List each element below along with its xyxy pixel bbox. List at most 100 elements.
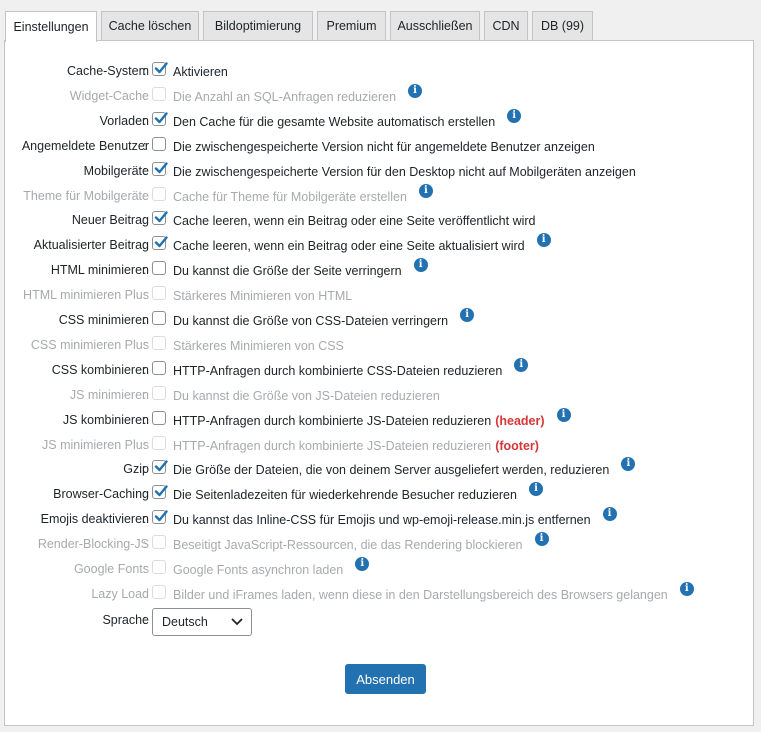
setting-description-text: Cache leeren, wenn ein Beitrag oder eine… [173,239,525,254]
setting-row: CSS kombinieren: HTTP-Anfragen durch komb… [5,357,755,380]
setting-description: Die Größe der Dateien, die von deinem Se… [173,457,636,477]
setting-row: Vorladen: Den Cache für die gesamte Websi… [5,108,755,131]
info-icon[interactable]: i [602,507,617,522]
setting-checkbox [152,86,166,101]
tab-db-99[interactable]: DB (99) [532,11,593,40]
setting-label: CSS kombinieren [51,362,149,377]
setting-row: CSS minimieren: Du kannst die Größe von C… [5,308,755,330]
setting-label: JS kombinieren [62,412,149,427]
setting-row: Render-Blocking-JS: Beseitigt JavaScript-… [5,532,755,554]
setting-label: Cache-System [67,64,149,78]
setting-description: Die zwischengespeicherte Version nicht f… [173,140,595,154]
setting-checkbox [152,435,166,450]
info-icon[interactable]: i [460,308,475,322]
setting-label: Neuer Beitrag [71,213,149,228]
info-icon[interactable]: i [621,457,636,472]
tab-premium[interactable]: Premium [317,11,386,40]
setting-checkbox[interactable] [152,360,166,375]
setting-description-text: HTTP-Anfragen durch kombinierte JS-Datei… [173,438,492,453]
setting-description-text: Google Fonts asynchron laden [173,563,344,577]
setting-label: JS minimieren [69,387,149,402]
setting-checkbox[interactable] [152,261,166,276]
label-colon: : [143,113,147,128]
setting-description-text: Du kannst die Größe von CSS-Dateien verr… [173,314,449,328]
label-colon: : [143,462,147,477]
setting-description-text: Bilder und iFrames laden, wenn diese in … [173,587,668,602]
label-colon: : [143,263,147,278]
setting-label: Widget-Cache [69,88,149,103]
setting-description: Aktivieren [173,65,228,79]
setting-description: Cache leeren, wenn ein Beitrag oder eine… [173,233,551,254]
setting-row: JS kombinieren: HTTP-Anfragen durch kombi… [5,407,755,430]
language-select[interactable]: Deutsch [152,608,252,636]
info-icon[interactable]: i [507,108,522,123]
setting-checkbox[interactable] [152,211,168,226]
setting-description-text: Stärkeres Minimieren von HTML [173,289,353,304]
info-icon[interactable]: i [408,83,423,98]
setting-checkbox[interactable] [152,111,168,126]
label-colon: : [143,64,147,78]
setting-description-text: HTTP-Anfragen durch kombinierte JS-Datei… [173,413,492,428]
setting-checkbox[interactable] [152,410,166,425]
setting-description-text: Die Seitenladezeiten für wiederkehrende … [173,488,517,503]
label-colon: : [143,613,147,627]
setting-checkbox [152,535,166,550]
info-icon[interactable]: i [679,581,694,596]
setting-description-text: Du kannst die Größe von JS-Dateien reduz… [173,388,440,403]
label-colon: : [143,238,147,253]
setting-checkbox[interactable] [152,62,168,76]
setting-description: Die Seitenladezeiten für wiederkehrende … [173,482,543,503]
checkmark-icon [154,236,168,248]
setting-checkbox[interactable] [152,510,168,525]
tab-cdn[interactable]: CDN [484,11,528,40]
info-icon[interactable]: i [534,532,549,547]
setting-description-text: Cache leeren, wenn ein Beitrag oder eine… [173,214,536,229]
setting-label: HTML minimieren [50,263,149,278]
setting-label: Vorladen [99,113,149,128]
setting-checkbox[interactable] [152,460,168,475]
setting-row: JS minimieren Plus: HTTP-Anfragen durch k… [5,435,755,455]
setting-description: Du kannst die Größe von JS-Dateien reduz… [173,389,440,403]
label-colon: : [143,313,147,327]
setting-description: HTTP-Anfragen durch kombinierte CSS-Date… [173,357,529,378]
info-icon[interactable]: i [355,557,370,571]
setting-label: Theme für Mobilgeräte [23,188,149,203]
setting-description: Stärkeres Minimieren von HTML [173,289,352,303]
position-note: (footer) [495,438,539,453]
tab-bildoptimierung[interactable]: Bildoptimierung [203,11,313,40]
tab-einstellungen[interactable]: Einstellungen [5,11,97,42]
setting-description-text: HTTP-Anfragen durch kombinierte CSS-Date… [173,363,503,378]
info-icon[interactable]: i [413,258,428,273]
setting-description-text: Cache für Theme für Mobilgeräte erstelle… [173,189,407,204]
info-icon[interactable]: i [514,357,529,372]
setting-checkbox[interactable] [152,161,168,176]
setting-checkbox[interactable] [152,311,166,325]
setting-description-text: Du kannst das Inline-CSS für Emojis und … [173,513,591,528]
info-icon[interactable]: i [536,233,551,248]
checkmark-icon [154,485,168,497]
setting-checkbox [152,335,166,350]
label-colon: : [143,288,147,303]
tab-cache-löschen[interactable]: Cache löschen [101,11,199,40]
setting-description: Cache für Theme für Mobilgeräte erstelle… [173,183,433,204]
setting-checkbox[interactable] [152,485,168,500]
setting-label: CSS minimieren Plus [30,337,149,352]
tab-ausschließen[interactable]: Ausschließen [390,11,480,40]
label-colon: : [143,88,147,103]
submit-button[interactable]: Absenden [345,664,426,694]
checkmark-icon [154,161,168,173]
setting-description-text: Die zwischengespeicherte Version nicht f… [173,139,595,154]
checkmark-icon [154,62,168,74]
setting-row: HTML minimieren: Du kannst die Größe der … [5,258,755,280]
info-icon[interactable]: i [418,183,433,198]
setting-row: Angemeldete Benutzer: Die zwischengespeic… [5,136,755,156]
setting-description: Beseitigt JavaScript-Ressourcen, die das… [173,532,549,552]
info-icon[interactable]: i [528,482,543,497]
setting-row: Cache-System: Aktivieren [5,61,755,81]
info-icon[interactable]: i [556,407,571,422]
setting-checkbox [152,186,166,201]
setting-checkbox[interactable] [152,236,168,251]
label-colon: : [143,387,147,402]
setting-checkbox[interactable] [152,136,166,151]
label-colon: : [143,412,147,427]
